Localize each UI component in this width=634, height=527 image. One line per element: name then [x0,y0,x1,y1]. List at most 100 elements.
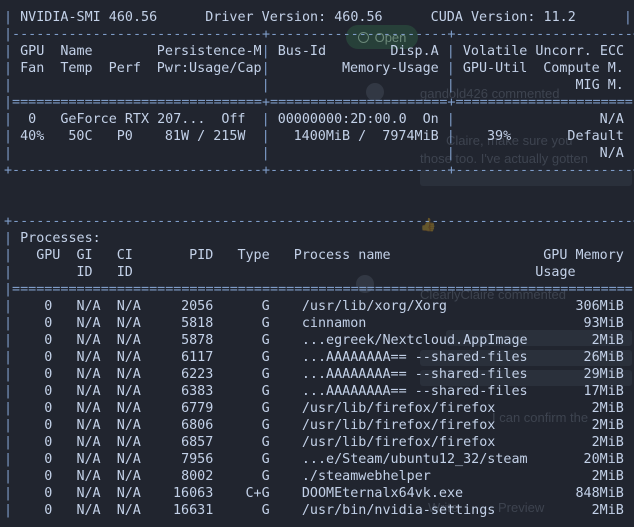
process-ci: N/A [116,299,141,314]
process-memory: 2MiB [591,503,624,518]
process-gi: N/A [76,333,101,348]
process-type: G [261,316,270,331]
col-header-power: Pwr:Usage/Cap [156,61,262,76]
column-separator: | [4,146,13,161]
process-type: G [261,299,270,314]
gpu-compute-mode: Default [567,129,624,144]
process-gpu: 0 [44,367,53,382]
process-memory: 2MiB [591,418,624,433]
gpu-bus-id: 00000000:2D:00.0 [277,112,407,127]
column-separator: | [4,112,13,127]
column-separator: | [4,265,13,280]
column-separator: | [4,61,13,76]
process-memory: 17MiB [583,384,624,399]
process-gi: N/A [76,435,101,450]
process-pid: 16631 [173,503,214,518]
process-ci: N/A [116,503,141,518]
column-separator: | [4,10,13,25]
process-ci: N/A [116,401,141,416]
col-header-gpu-memory: GPU Memory [543,248,624,263]
process-row: ||0N/AN/A2056G/usr/lib/xorg/Xorg306MiB [0,298,634,315]
process-pid: 6117 [181,350,214,365]
column-separator: | [4,316,13,331]
process-pid: 5818 [181,316,214,331]
column-separator: | [4,78,13,93]
process-gi: N/A [76,486,101,501]
process-name: ...AAAAAAAA== --shared-files [301,367,528,382]
process-memory: 848MiB [575,486,624,501]
process-name: DOOMEternalx64vk.exe [301,486,464,501]
gpu-power: 81W / 215W [164,129,246,144]
process-row: ||0N/AN/A16063C+GDOOMEternalx64vk.exe848… [0,485,634,502]
process-gi: N/A [76,367,101,382]
process-memory: 29MiB [583,367,624,382]
col-header-mig: MIG M. [575,78,624,93]
gpu-header-line-1: ||||GPUNamePersistence-MBus-IdDisp.AVola… [0,43,634,60]
process-name: ./steamwebhelper [301,469,431,484]
col-header-usage: Usage [535,265,576,280]
col-header-perf: Perf [108,61,141,76]
gpu-header-line-3: ||||MIG M. [0,77,634,94]
process-ci: N/A [116,350,141,365]
process-pid: 6779 [181,401,214,416]
processes-title: Processes: [20,231,101,246]
gpu-table-bottom-border: +-------------------------------+-------… [0,162,634,179]
column-separator: | [261,146,270,161]
process-memory: 2MiB [591,401,624,416]
gpu-util: 39% [486,129,512,144]
processes-top-border: +---------------------------------------… [0,213,634,230]
process-gpu: 0 [44,503,53,518]
process-ci: N/A [116,333,141,348]
col-header-name: Name [60,44,93,59]
process-type: G [261,452,270,467]
process-name: ...e/Steam/ubuntu12_32/steam [301,452,528,467]
column-separator: | [4,418,13,433]
gpu-table-top-border: |-------------------------------+-------… [0,26,634,43]
gpu-header-separator: |===============================+=======… [0,94,634,111]
process-gi: N/A [76,299,101,314]
column-separator: | [4,333,13,348]
column-separator: | [4,367,13,382]
col-header-persistence: Persistence-M [156,44,262,59]
process-pid: 6806 [181,418,214,433]
column-separator: | [4,503,13,518]
process-row: ||0N/AN/A7956G...e/Steam/ubuntu12_32/ste… [0,451,634,468]
process-ci: N/A [116,384,141,399]
col-header-ecc: Volatile Uncorr. ECC [462,44,625,59]
process-pid: 6383 [181,384,214,399]
column-separator: | [261,44,270,59]
process-name: /usr/bin/nvidia-settings [301,503,496,518]
process-row: ||0N/AN/A6806G/usr/lib/firefox/firefox2M… [0,417,634,434]
process-pid: 6857 [181,435,214,450]
table-border: |===============================+=======… [4,95,634,110]
process-row: ||0N/AN/A8002G./steamwebhelper2MiB [0,468,634,485]
column-separator: | [446,129,455,144]
process-row: ||0N/AN/A6383G...AAAAAAAA== --shared-fil… [0,383,634,400]
table-border: |=======================================… [4,282,634,297]
process-gi: N/A [76,350,101,365]
process-gi: N/A [76,452,101,467]
column-separator: | [446,146,455,161]
col-header-ci-id: ID [116,265,133,280]
process-ci: N/A [116,469,141,484]
process-gi: N/A [76,316,101,331]
col-header-type: Type [237,248,270,263]
column-separator: | [623,10,632,25]
column-separator: | [446,61,455,76]
process-gi: N/A [76,503,101,518]
gpu-row-line-3: ||||N/A [0,145,634,162]
process-pid: 5878 [181,333,214,348]
process-name: /usr/lib/firefox/firefox [301,418,496,433]
process-type: G [261,418,270,433]
gpu-temp: 50C [68,129,93,144]
col-header-temp: Temp [60,61,93,76]
gpu-display-active: On [422,112,439,127]
smi-header-line: | NVIDIA-SMI 460.56 Driver Version: 460.56… [0,9,634,26]
process-row: ||0N/AN/A6223G...AAAAAAAA== --shared-fil… [0,366,634,383]
process-row: ||0N/AN/A5818Gcinnamon93MiB [0,315,634,332]
process-gpu: 0 [44,316,53,331]
gpu-fan: 40% [20,129,45,144]
process-type: G [261,367,270,382]
